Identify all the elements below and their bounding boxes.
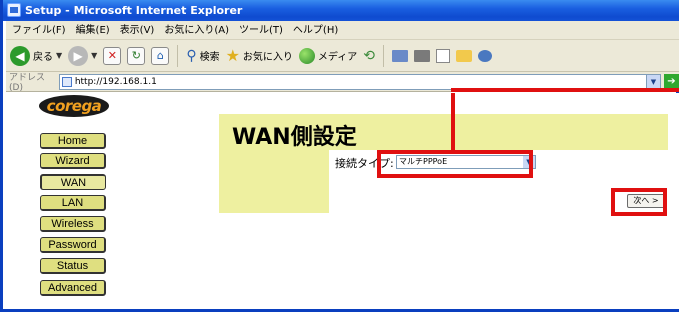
menu-tools[interactable]: ツール(T): [239, 21, 283, 39]
menu-edit[interactable]: 編集(E): [76, 21, 110, 39]
mail-icon[interactable]: [391, 49, 408, 62]
address-dropdown-icon[interactable]: ▼: [646, 74, 660, 89]
history-icon[interactable]: ⟲: [363, 48, 375, 64]
page-icon: [61, 76, 72, 87]
highlight-line-vertical: [451, 93, 455, 150]
window-title: Setup - Microsoft Internet Explorer: [25, 4, 243, 17]
star-icon: ★: [225, 46, 240, 65]
stop-icon[interactable]: ✕: [103, 46, 122, 65]
corega-logo: corega: [39, 95, 109, 117]
media-button[interactable]: メディア: [298, 47, 358, 64]
media-icon: [298, 47, 315, 64]
menu-file[interactable]: ファイル(F): [12, 21, 66, 39]
page-title: WAN側設定: [232, 125, 357, 150]
back-arrow-icon: ◀: [10, 45, 30, 66]
logo-text: corega: [46, 97, 102, 115]
folder-icon[interactable]: [455, 49, 472, 62]
back-button[interactable]: ◀ 戻る ▼: [10, 45, 63, 66]
side-panel: [219, 150, 329, 213]
title-bar: Setup - Microsoft Internet Explorer: [3, 0, 679, 21]
address-url: http://192.168.1.1: [74, 76, 157, 87]
forward-arrow-icon: ▶: [68, 45, 89, 66]
nav-status-button[interactable]: Status: [40, 258, 106, 274]
home-icon[interactable]: ⌂: [151, 46, 170, 65]
forward-button[interactable]: ▶ ▼: [68, 45, 98, 66]
favorites-button[interactable]: ★ お気に入り: [226, 46, 293, 65]
messenger-icon[interactable]: [477, 49, 492, 62]
nav-home-button[interactable]: Home: [40, 133, 106, 149]
back-label: 戻る: [33, 52, 53, 63]
search-button[interactable]: ⚲ 検索: [186, 48, 219, 64]
page-content: corega Home Wizard WAN LAN Wireless Pass…: [6, 88, 679, 309]
favorites-label: お気に入り: [242, 52, 293, 63]
toolbar-separator: [382, 44, 384, 67]
refresh-icon[interactable]: ↻: [127, 46, 146, 65]
browser-window: Setup - Microsoft Internet Explorer ファイル…: [0, 0, 679, 312]
chevron-down-icon: ▼: [56, 51, 63, 60]
nav-wan-button[interactable]: WAN: [40, 174, 106, 190]
edit-icon[interactable]: [435, 48, 450, 63]
toolbar-separator: [177, 44, 179, 67]
address-label: アドレス(D): [9, 73, 46, 93]
chevron-down-icon: ▼: [91, 51, 98, 60]
toolbar: ◀ 戻る ▼ ▶ ▼ ✕ ↻ ⌂ ⚲ 検索 ★ お気に入り メディア ⟲: [6, 40, 679, 72]
nav-wizard-button[interactable]: Wizard: [40, 153, 106, 169]
nav-advanced-button[interactable]: Advanced: [40, 280, 106, 296]
menu-favorites[interactable]: お気に入り(A): [164, 21, 229, 39]
nav-lan-button[interactable]: LAN: [40, 195, 106, 211]
search-label: 検索: [199, 52, 220, 63]
nav-password-button[interactable]: Password: [40, 237, 106, 253]
highlight-box-select: [377, 150, 533, 178]
menu-bar: ファイル(F) 編集(E) 表示(V) お気に入り(A) ツール(T) ヘルプ(…: [6, 21, 679, 40]
search-icon: ⚲: [186, 47, 197, 64]
media-label: メディア: [317, 52, 358, 63]
ie-page-icon: [7, 3, 21, 17]
highlight-line-horizontal: [451, 88, 679, 92]
menu-help[interactable]: ヘルプ(H): [293, 21, 338, 39]
nav-wireless-button[interactable]: Wireless: [40, 216, 106, 232]
highlight-box-next: [611, 188, 667, 216]
print-icon[interactable]: [413, 49, 430, 62]
menu-view[interactable]: 表示(V): [120, 21, 155, 39]
